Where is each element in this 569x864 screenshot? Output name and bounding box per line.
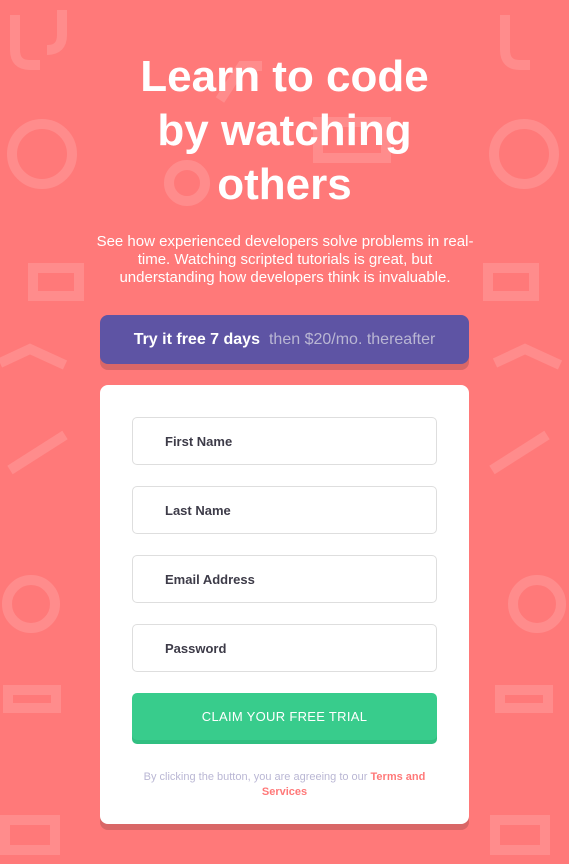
hero-title-line-1: Learn to code: [140, 52, 429, 101]
first-name-field[interactable]: First Name: [132, 417, 437, 465]
hero-title-line-3: others: [217, 160, 352, 209]
trial-banner-strong: Try it free 7 days: [133, 330, 260, 348]
claim-trial-button[interactable]: CLAIM YOUR FREE TRIAL: [132, 693, 437, 740]
trial-banner: Try it free 7 days then $20/mo. thereaft…: [100, 315, 469, 364]
terms-text: By clicking the button, you are agreeing…: [132, 770, 437, 800]
password-field[interactable]: Password: [132, 624, 437, 672]
terms-prefix: By clicking the button, you are agreeing…: [143, 771, 368, 783]
email-field[interactable]: Email Address: [132, 555, 437, 603]
hero-subtitle: See how experienced developers solve pro…: [96, 233, 474, 286]
hero-title: Learn to code by watching others: [0, 50, 569, 212]
hero-title-line-2: by watching: [157, 106, 412, 155]
signup-form: First Name Last Name Email Address Passw…: [100, 385, 469, 824]
trial-banner-price: then $20/mo. thereafter: [268, 330, 436, 348]
last-name-field[interactable]: Last Name: [132, 486, 437, 534]
